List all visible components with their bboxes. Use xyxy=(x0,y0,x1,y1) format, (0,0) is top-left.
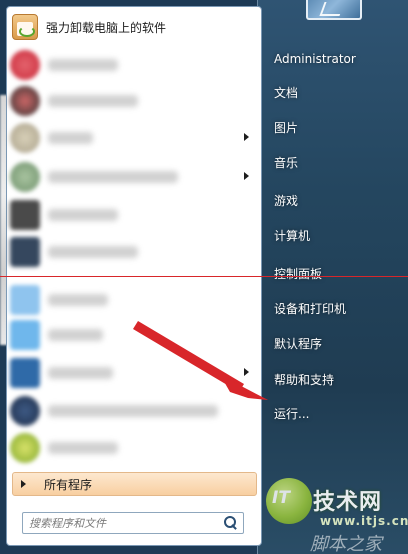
watermark-url: www.itjs.cn xyxy=(320,514,408,528)
right-item-control-panel[interactable]: 控制面板 xyxy=(270,263,400,285)
blurred-app-icon xyxy=(10,237,40,267)
watermark-logo: IT xyxy=(266,478,312,524)
program-item-blurred[interactable] xyxy=(10,394,255,428)
submenu-arrow-icon xyxy=(244,133,249,141)
blurred-app-icon xyxy=(10,285,40,315)
program-item-blurred-submenu[interactable] xyxy=(10,160,255,194)
blurred-label xyxy=(48,246,138,258)
right-item-games[interactable]: 游戏 xyxy=(270,190,400,212)
right-item-run[interactable]: 运行... xyxy=(270,403,400,425)
right-item-default-programs[interactable]: 默认程序 xyxy=(270,333,400,355)
program-item-blurred[interactable] xyxy=(10,283,255,317)
program-item-uninstaller[interactable]: 强力卸载电脑上的软件 xyxy=(12,12,252,42)
right-item-music[interactable]: 音乐 xyxy=(270,152,400,174)
blurred-label xyxy=(48,171,178,183)
blurred-app-icon xyxy=(10,200,40,230)
blurred-label xyxy=(48,294,108,306)
all-programs-label: 所有程序 xyxy=(44,477,93,492)
all-programs-button[interactable]: 所有程序 xyxy=(12,472,257,496)
blurred-label xyxy=(48,95,138,107)
program-item-blurred-submenu[interactable] xyxy=(10,356,255,390)
search-icon[interactable] xyxy=(221,514,239,532)
blurred-app-icon xyxy=(10,123,40,153)
submenu-arrow-icon xyxy=(244,368,249,376)
program-item-blurred[interactable] xyxy=(10,198,255,232)
search-input[interactable] xyxy=(29,514,221,532)
blurred-app-icon xyxy=(10,50,40,80)
watermark-site: 脚本之家 xyxy=(310,534,382,554)
right-item-devices-printers[interactable]: 设备和打印机 xyxy=(270,298,400,320)
blurred-app-icon xyxy=(10,396,40,426)
blurred-label xyxy=(48,132,93,144)
right-item-help-support[interactable]: 帮助和支持 xyxy=(270,369,400,391)
blurred-label xyxy=(48,367,113,379)
right-item-computer[interactable]: 计算机 xyxy=(270,225,400,247)
blurred-label xyxy=(48,329,103,341)
right-item-documents[interactable]: 文档 xyxy=(270,82,400,104)
right-item-administrator[interactable]: Administrator xyxy=(270,48,400,70)
expand-arrow-icon xyxy=(21,480,26,488)
blurred-label xyxy=(48,405,218,417)
right-item-pictures[interactable]: 图片 xyxy=(270,117,400,139)
blurred-app-icon xyxy=(10,320,40,350)
search-box[interactable] xyxy=(22,512,244,534)
blurred-label xyxy=(48,209,118,221)
program-item-label: 强力卸载电脑上的软件 xyxy=(46,20,167,35)
submenu-arrow-icon xyxy=(244,172,249,180)
program-item-blurred[interactable] xyxy=(10,431,255,465)
blurred-label xyxy=(48,59,118,71)
watermark-logo-text: IT xyxy=(272,488,290,508)
watermark-title: 技术网 xyxy=(313,490,383,515)
program-item-blurred[interactable] xyxy=(10,84,255,118)
user-picture-image xyxy=(319,2,345,16)
blurred-app-icon xyxy=(10,86,40,116)
program-item-blurred-submenu[interactable] xyxy=(10,121,255,155)
blurred-app-icon xyxy=(10,433,40,463)
blurred-app-icon xyxy=(10,358,40,388)
program-item-blurred[interactable] xyxy=(10,48,255,82)
program-item-blurred[interactable] xyxy=(10,318,255,352)
uninstall-app-icon xyxy=(12,14,38,40)
blurred-label xyxy=(48,442,118,454)
program-item-blurred[interactable] xyxy=(10,235,255,269)
user-picture[interactable] xyxy=(306,0,362,20)
annotation-line xyxy=(0,276,408,277)
blurred-app-icon xyxy=(10,162,40,192)
